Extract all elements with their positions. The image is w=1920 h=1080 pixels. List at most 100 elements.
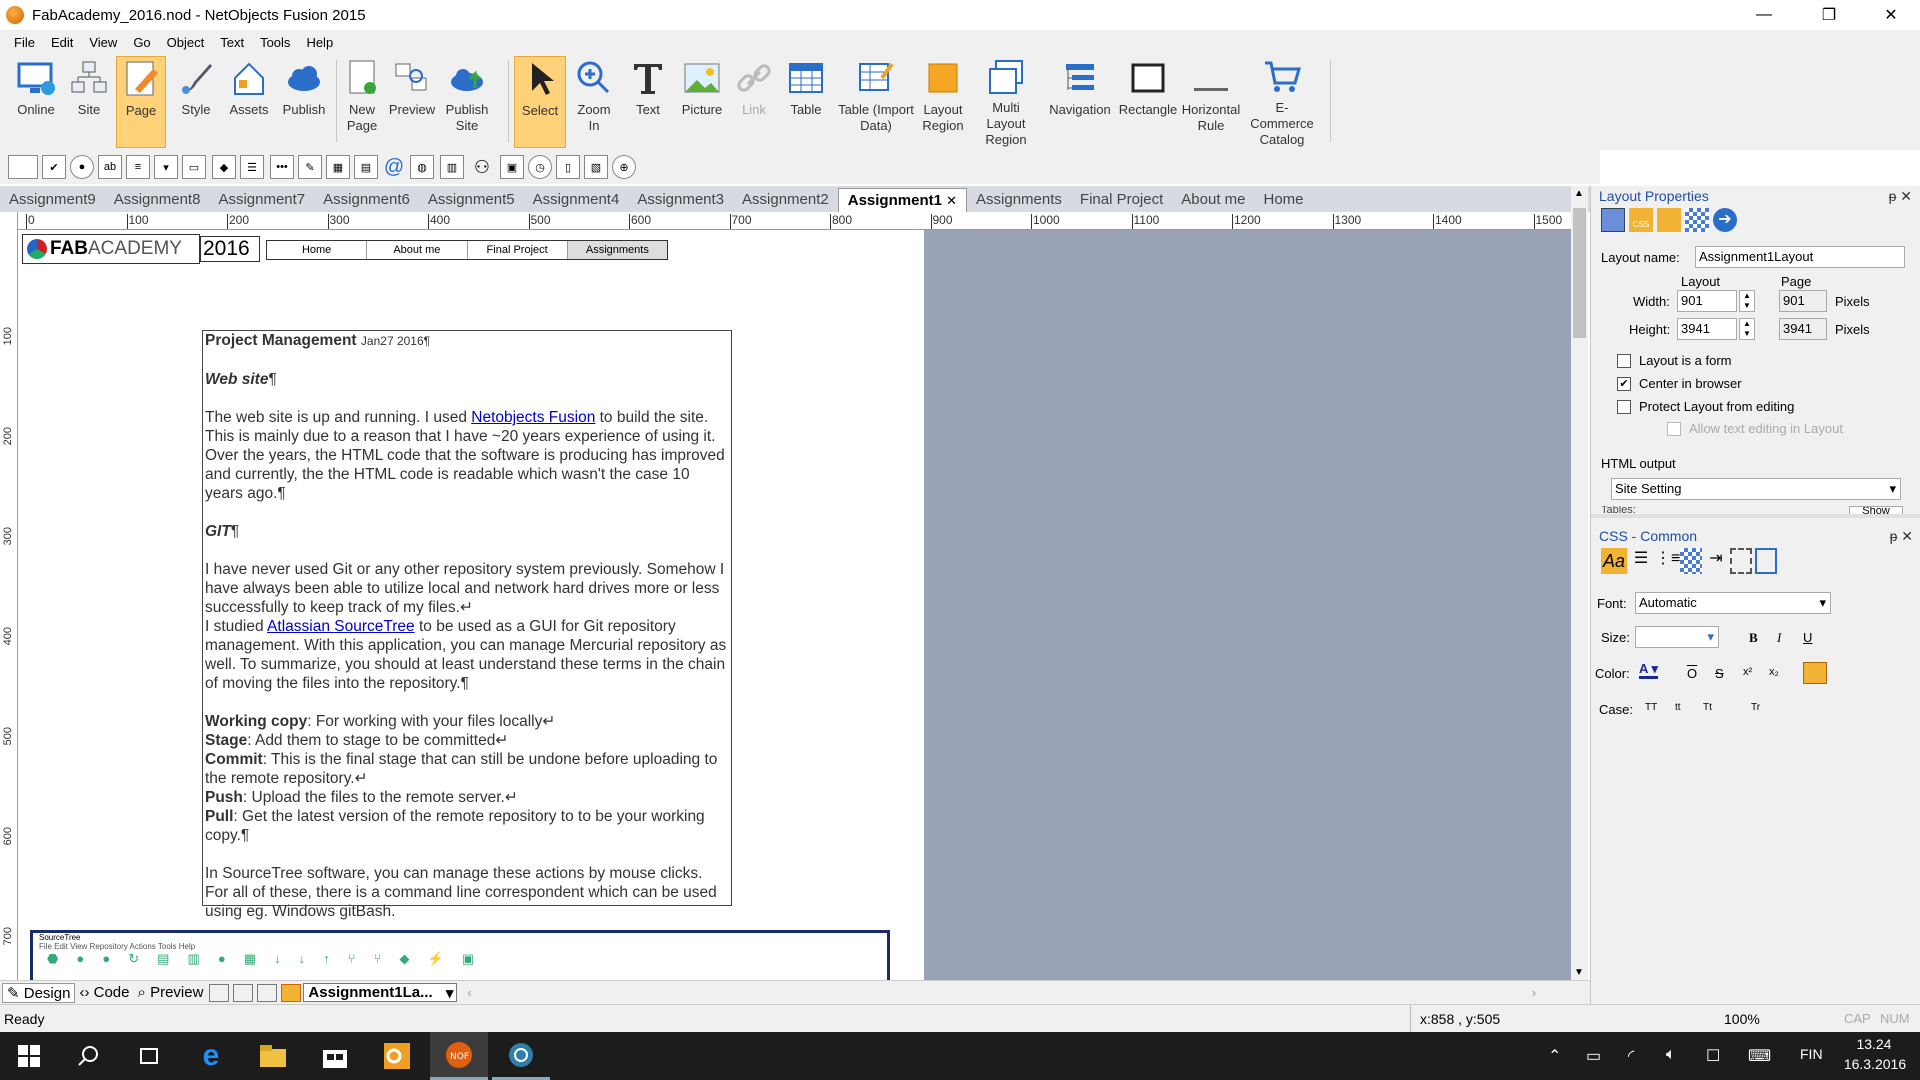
width-spinner[interactable]: ▲ ▼ — [1739, 290, 1755, 312]
subscript-button[interactable]: x₂ — [1769, 666, 1779, 678]
menu-go[interactable]: Go — [125, 35, 158, 50]
layout-tab-icon[interactable] — [1601, 208, 1625, 232]
multiline-tool-icon[interactable]: ≡ — [126, 155, 150, 179]
notification-icon[interactable]: ☐ — [1706, 1046, 1720, 1066]
height-spinner[interactable]: ▲ ▼ — [1739, 318, 1755, 340]
box-icon[interactable] — [1755, 548, 1777, 574]
tab-assignment7[interactable]: Assignment7 — [209, 188, 314, 212]
panel-close-icon[interactable]: ᵽ ✕ — [1889, 186, 1912, 206]
netobjects-fusion-icon[interactable]: NOF — [430, 1032, 488, 1080]
calendar-tool-icon[interactable]: ▤ — [354, 155, 378, 179]
menu-edit[interactable]: Edit — [43, 35, 81, 50]
show-hidden-icons[interactable]: ⌃ — [1548, 1046, 1561, 1066]
textfield-tool-icon[interactable] — [8, 155, 38, 179]
case-uppercase[interactable]: TT — [1645, 702, 1657, 713]
bg-pattern-icon[interactable] — [1680, 548, 1702, 574]
tab-assignment3[interactable]: Assignment3 — [628, 188, 733, 212]
font-color-icon[interactable]: A ▾ — [1639, 662, 1659, 679]
year-box[interactable]: 2016 — [200, 236, 260, 262]
list-tool-icon[interactable]: ☰ — [240, 155, 264, 179]
nav-home[interactable]: Home — [267, 241, 368, 259]
menu-file[interactable]: File — [6, 35, 43, 50]
navigation-button[interactable]: Navigation — [1046, 56, 1114, 148]
select-tool-button[interactable]: Select — [514, 56, 566, 148]
case-capitalize[interactable]: Tt — [1703, 702, 1712, 713]
hscroll-right-icon[interactable]: › — [1532, 985, 1536, 1000]
menu-text[interactable]: Text — [212, 35, 252, 50]
hscroll-left-icon[interactable]: ‹ — [467, 985, 471, 1000]
volume-icon[interactable]: 🔈︎ — [1666, 1046, 1676, 1064]
css-panel-close-icon[interactable]: ᵽ ✕ — [1890, 526, 1913, 546]
page-button[interactable]: Page — [116, 56, 166, 148]
tab-assignment2[interactable]: Assignment2 — [733, 188, 838, 212]
tab-assignment5[interactable]: Assignment5 — [419, 188, 524, 212]
search-icon[interactable] — [60, 1032, 118, 1080]
close-tab-icon[interactable]: ✕ — [946, 193, 957, 208]
nav-about-me[interactable]: About me — [367, 241, 468, 259]
maximize-button[interactable]: ❐ — [1800, 0, 1858, 30]
edit-field-tool-icon[interactable]: ab — [98, 155, 122, 179]
show-button[interactable]: Show — [1849, 506, 1903, 514]
nav-bar[interactable]: Home About me Final Project Assignments — [266, 240, 668, 260]
publish-button[interactable]: Publish — [276, 56, 332, 148]
underline-button[interactable]: U — [1803, 630, 1812, 645]
layout-region-button[interactable]: Layout Region — [918, 56, 968, 148]
tab-assignment6[interactable]: Assignment6 — [314, 188, 419, 212]
assets-button[interactable]: Assets — [222, 56, 276, 148]
text-tool-button[interactable]: Text — [622, 56, 674, 148]
size-select[interactable]: ▾ — [1635, 626, 1719, 648]
edge-browser-icon[interactable]: e — [182, 1032, 240, 1080]
overline-button[interactable]: O — [1687, 666, 1697, 681]
windows-start-icon[interactable] — [0, 1032, 58, 1080]
binoculars-icon[interactable]: ⚇ — [470, 155, 494, 179]
tag-tool-icon[interactable]: ◆ — [212, 155, 236, 179]
keyboard-icon[interactable]: ⌨ — [1748, 1046, 1771, 1066]
nav-assignments[interactable]: Assignments — [567, 241, 667, 259]
online-button[interactable]: Online — [8, 56, 64, 148]
wifi-icon[interactable]: ◜ — [1628, 1046, 1634, 1066]
tab-final-project[interactable]: Final Project — [1071, 188, 1172, 212]
form-button-tool-icon[interactable]: ▭ — [182, 155, 206, 179]
text-block[interactable]: Project Management Jan27 2016¶ Web site¶… — [202, 330, 732, 920]
vertical-scrollbar[interactable]: ▲ ▼ — [1571, 186, 1588, 980]
font-select[interactable]: Automatic ▾ — [1635, 592, 1831, 614]
logo-box[interactable]: FAB ACADEMY — [22, 234, 200, 264]
scroll-down-icon[interactable]: ▼ — [1574, 967, 1584, 978]
file-explorer-icon[interactable] — [244, 1032, 302, 1080]
settings-tool-icon[interactable]: ▧ — [584, 155, 608, 179]
web-tool-icon[interactable]: ◍ — [410, 155, 434, 179]
layout-form-checkbox[interactable] — [1617, 354, 1631, 368]
tab-assignments[interactable]: Assignments — [967, 188, 1071, 212]
ecommerce-catalog-button[interactable]: E-Commerce Catalog — [1244, 56, 1320, 148]
protect-layout-checkbox[interactable] — [1617, 400, 1631, 414]
layout-canvas[interactable]: FAB ACADEMY 2016 Home About me Final Pro… — [18, 230, 1571, 980]
task-view-icon[interactable] — [120, 1032, 178, 1080]
nav-final-project[interactable]: Final Project — [468, 241, 568, 259]
close-button[interactable]: ✕ — [1862, 0, 1920, 30]
store-icon[interactable] — [306, 1032, 364, 1080]
dots-tool-icon[interactable]: ••• — [270, 155, 294, 179]
publish-site-button[interactable]: Publish Site — [442, 56, 492, 148]
minimize-button[interactable]: — — [1735, 0, 1793, 30]
scroll-thumb[interactable] — [1573, 208, 1586, 338]
layout-name-field[interactable]: Assignment1Layout — [1695, 246, 1905, 268]
clock-date[interactable]: 16.3.2016 — [1840, 1056, 1910, 1072]
tab-assignment8[interactable]: Assignment8 — [105, 188, 210, 212]
layout-select[interactable]: Assignment1La... ▾ — [303, 983, 458, 1002]
view-icon-3[interactable] — [257, 983, 278, 1002]
list-icon[interactable]: ⋮≡ — [1655, 548, 1680, 574]
style-button[interactable]: Style — [172, 56, 220, 148]
arrow-tab-icon[interactable]: ➔ — [1713, 208, 1737, 232]
view-icon-1[interactable] — [209, 983, 230, 1002]
layout-width-field[interactable]: 901 — [1677, 290, 1737, 312]
sourcetree-icon[interactable] — [492, 1032, 550, 1080]
style-tab-icon[interactable] — [1657, 208, 1681, 232]
tab-about-me[interactable]: About me — [1172, 188, 1254, 212]
menu-help[interactable]: Help — [298, 35, 341, 50]
italic-button[interactable]: I — [1777, 630, 1781, 646]
tab-assignment1[interactable]: Assignment1 ✕ — [837, 188, 968, 212]
case-reset[interactable]: Tr — [1751, 702, 1760, 713]
site-button[interactable]: Site — [64, 56, 114, 148]
grid-tool-icon[interactable]: ▦ — [326, 155, 350, 179]
link-tool-button[interactable]: Link — [728, 56, 780, 148]
